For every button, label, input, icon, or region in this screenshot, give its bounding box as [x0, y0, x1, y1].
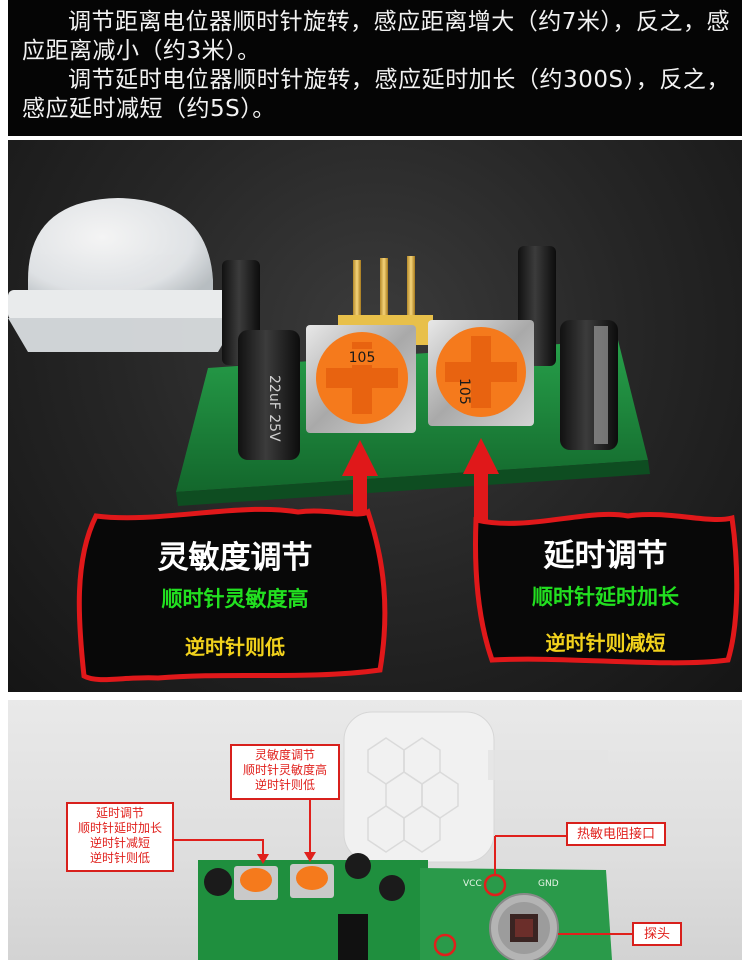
ic-chip	[338, 914, 368, 960]
callout-sensitivity-yellow: 逆时针则低	[185, 635, 285, 659]
pot-top-right	[290, 864, 334, 898]
label-sensitivity-line1: 灵敏度调节	[254, 748, 315, 762]
intro-text-block: 调节距离电位器顺时针旋转，感应距离增大（约7米），反之，感应距离减小（约3米）。…	[8, 0, 742, 136]
label-sensitivity-line3: 逆时针则低	[254, 778, 315, 792]
callout-delay: 延时调节 顺时针延时加长 逆时针则减短	[483, 530, 728, 656]
label-delay-line2: 顺时针延时加长	[77, 821, 162, 835]
label-delay-line4: 逆时针则低	[89, 851, 150, 865]
intro-line-distance: 调节距离电位器顺时针旋转，感应距离增大（约7米），反之，感应距离减小（约3米）。	[22, 9, 730, 64]
probe-sensor	[489, 893, 559, 960]
callout-sensitivity: 灵敏度调节 顺时针灵敏度高 逆时针则低	[100, 532, 370, 660]
callout-sensitivity-green: 顺时针灵敏度高	[161, 587, 309, 611]
capacitor-right	[560, 320, 618, 450]
label-probe: 探头	[632, 922, 682, 946]
label-delay-line3: 逆时针减短	[89, 836, 150, 850]
label-sensitivity: 灵敏度调节 顺时针灵敏度高 逆时针则低	[230, 744, 340, 800]
label-probe-text: 探头	[643, 927, 670, 942]
capacitor-left: 22uF 25V	[238, 330, 300, 460]
callout-delay-yellow: 逆时针则减短	[545, 631, 666, 655]
svg-text:VCC: VCC	[463, 879, 482, 889]
label-thermistor: 热敏电阻接口	[566, 822, 666, 846]
callout-sensitivity-title: 灵敏度调节	[157, 540, 313, 576]
module-topview-photo: VCC GND 灵敏度调节 顺时针灵敏度高 逆时针则低 延时调节 顺时针延时加长…	[8, 700, 742, 960]
svg-text:22uF 25V: 22uF 25V	[266, 375, 282, 442]
label-sensitivity-line2: 顺时针灵敏度高	[242, 763, 327, 777]
potentiometer-right: 105	[428, 320, 534, 426]
pot-left-marking: 105	[349, 350, 376, 366]
fresnel-dome	[8, 198, 238, 352]
svg-text:GND: GND	[538, 879, 559, 889]
callout-delay-green: 顺时针延时加长	[532, 585, 679, 609]
intro-line-delay: 调节延时电位器顺时针旋转，感应延时加长（约300S），反之，感应延时减短（约5S…	[22, 67, 730, 122]
pot-top-left	[234, 866, 278, 900]
pot-right-marking: 105	[456, 378, 472, 405]
label-thermistor-text: 热敏电阻接口	[576, 827, 655, 842]
potentiometer-left: 105	[306, 325, 416, 433]
label-delay-line1: 延时调节	[95, 806, 144, 820]
module-closeup-photo: 22uF 25V 105 105 灵敏度调节 顺时针灵敏度高 逆时针则低 延时调…	[8, 140, 742, 692]
callout-delay-title: 延时调节	[543, 538, 668, 574]
label-delay: 延时调节 顺时针延时加长 逆时针减短 逆时针则低	[66, 802, 174, 872]
